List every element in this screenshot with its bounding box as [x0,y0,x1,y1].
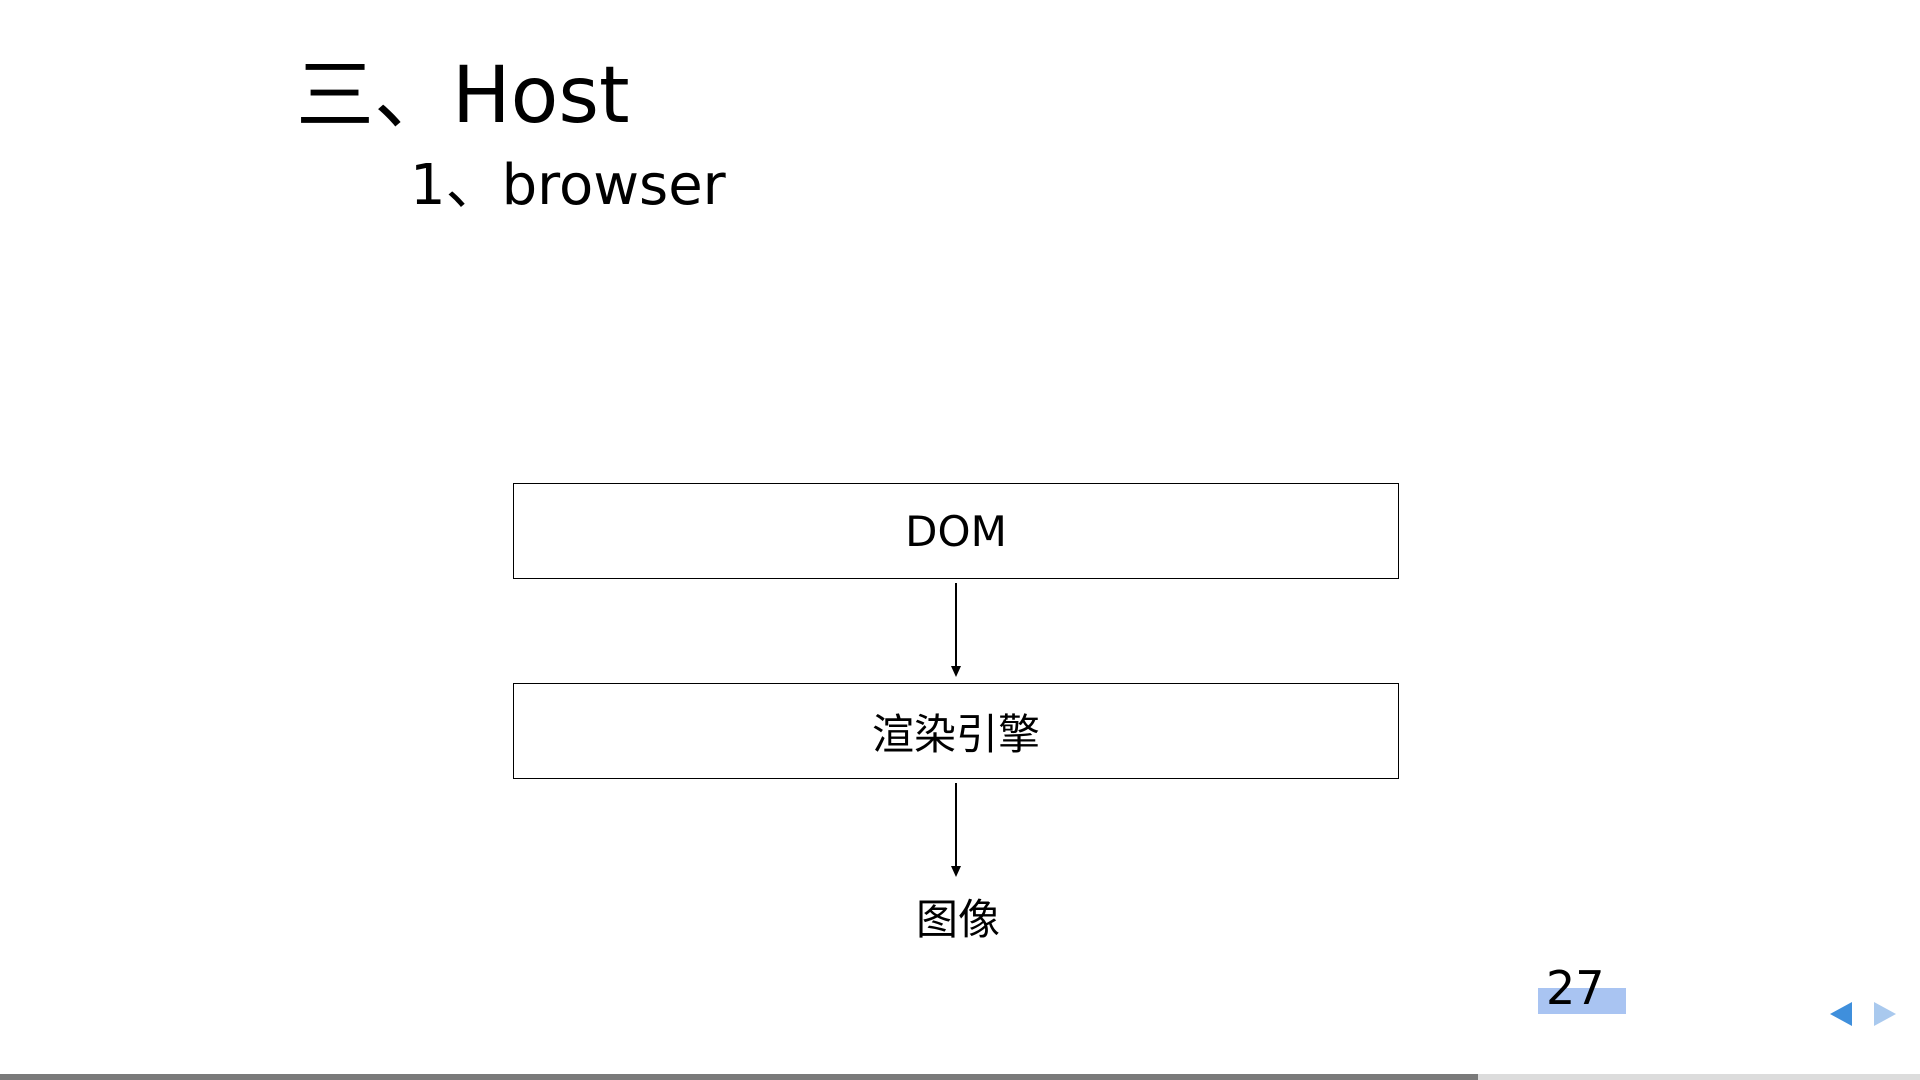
node-dom-label: DOM [905,506,1007,556]
slide-title: 三、Host [296,51,630,141]
arrow-down-icon [951,866,961,877]
page-number: 27 [1546,961,1605,1015]
slide-subtitle: 1、browser [410,153,726,218]
triangle-right-icon[interactable] [1874,1002,1896,1026]
node-render-engine: 渲染引擎 [513,683,1399,779]
node-image-label: 图像 [915,895,1000,944]
slide-progress-fill [0,1074,1479,1080]
node-image: 图像 [858,892,1058,948]
edge-dom-to-render-engine-shaft [955,583,957,667]
slide-progress-bar [0,1074,1920,1080]
edge-dom-to-render-engine [951,583,961,677]
node-render-engine-label: 渲染引擎 [871,709,1040,759]
edge-render-engine-to-image-shaft [955,783,957,867]
slide: 三、Host 1、browser DOM 渲染引擎 图像 27 [0,0,1920,1080]
node-dom: DOM [513,483,1399,579]
arrow-down-icon [951,666,961,677]
edge-render-engine-to-image [951,783,961,877]
triangle-left-icon[interactable] [1830,1002,1852,1026]
